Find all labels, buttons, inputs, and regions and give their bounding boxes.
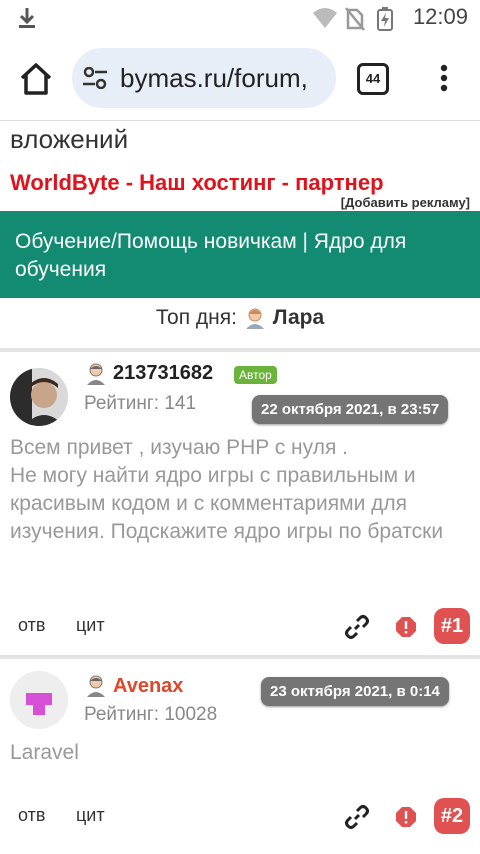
url-text[interactable]: bymas.ru/forum, (120, 63, 308, 94)
menu-icon[interactable] (440, 64, 448, 92)
top-day-label: Топ дня: (155, 306, 237, 329)
reply-button[interactable]: отв (18, 615, 45, 636)
forum-post: Avenax Рейтинг: 10028 23 октября 2021, в… (0, 659, 480, 854)
avatar[interactable] (10, 368, 68, 426)
user-icon (87, 363, 105, 385)
quote-button[interactable]: цит (76, 805, 105, 826)
topic-title: Обучение/Помощь новичкам | Ядро для обуч… (15, 230, 407, 281)
header-text: вложений (10, 124, 129, 154)
post-number[interactable]: #1 (434, 608, 470, 644)
tab-switcher-button[interactable]: 44 (357, 63, 389, 95)
toolbar-divider (0, 120, 480, 121)
wifi-icon (313, 8, 337, 28)
site-settings-icon[interactable] (82, 67, 108, 89)
browser-toolbar: bymas.ru/forum, 44 (0, 36, 480, 120)
clock: 12:09 (412, 4, 468, 29)
topic-banner: Обучение/Помощь новичкам | Ядро для обуч… (0, 211, 480, 298)
user-icon (87, 675, 105, 697)
add-ad-link[interactable]: [Добавить рекламу] (341, 195, 470, 210)
reply-button[interactable]: отв (18, 805, 45, 826)
download-icon (19, 8, 35, 28)
report-icon[interactable] (395, 616, 417, 638)
status-bar: 12:09 (0, 0, 480, 36)
avatar-identicon-icon (10, 671, 68, 729)
battery-charging-icon (377, 7, 393, 31)
top-of-day: Топ дня: Лара (0, 306, 480, 330)
post-username[interactable]: 213731682 (113, 362, 213, 385)
avatar-photo-icon (10, 368, 68, 426)
avatar[interactable] (10, 671, 68, 729)
quote-button[interactable]: цит (76, 615, 105, 636)
author-badge: Автор (234, 366, 277, 384)
post-rating: Рейтинг: 10028 (84, 704, 218, 725)
top-day-user[interactable]: Лара (273, 306, 324, 329)
post-text: Laravel (10, 741, 79, 764)
user-female-icon (245, 308, 264, 330)
post-date: 22 октября 2021, в 23:57 (252, 395, 449, 424)
post-number[interactable]: #2 (434, 798, 470, 834)
forum-post: 213731682 Автор Рейтинг: 141 22 октября … (0, 352, 480, 652)
post-date: 23 октября 2021, в 0:14 (261, 677, 449, 706)
ad-link[interactable]: WorldByte - Наш хостинг - партнер (10, 170, 384, 196)
address-bar[interactable]: bymas.ru/forum, (72, 48, 336, 108)
no-sim-icon (345, 7, 365, 31)
post-username[interactable]: Avenax (113, 675, 183, 698)
report-icon[interactable] (395, 806, 417, 828)
link-icon[interactable] (344, 804, 370, 830)
post-text: Всем привет , изучаю PHP с нуля . Не мог… (10, 436, 444, 543)
link-icon[interactable] (344, 614, 370, 640)
post-rating: Рейтинг: 141 (84, 393, 197, 414)
home-icon[interactable] (18, 62, 54, 96)
